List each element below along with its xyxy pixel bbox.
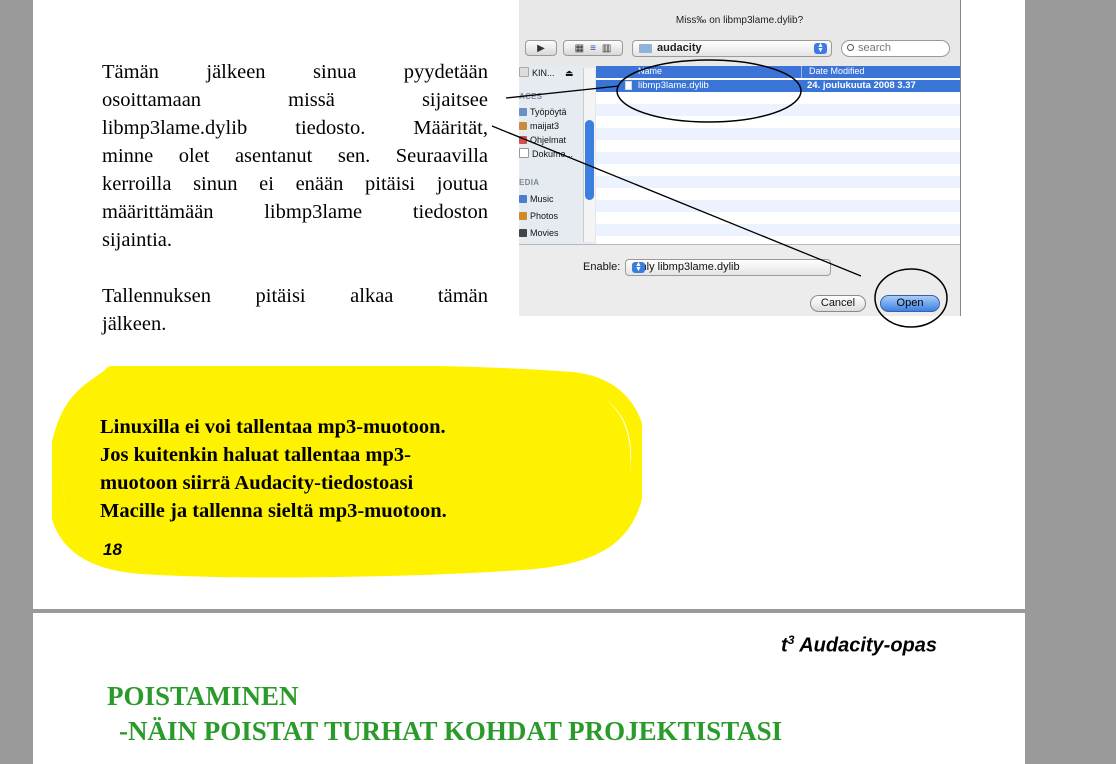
- paragraph-line: libmp3lame.dylib tiedosto. Määrität,: [102, 117, 488, 139]
- page-number: 18: [103, 540, 122, 559]
- section-title-line1: POISTAMINEN: [107, 681, 299, 711]
- sidebar-label: Työpöytä: [530, 107, 567, 117]
- sidebar-item-movies[interactable]: Movies: [519, 226, 559, 240]
- column-header-name[interactable]: Name: [638, 66, 662, 76]
- disk-icon: [519, 67, 529, 77]
- note-line: Linuxilla ei voi tallentaa mp3-muotoon.: [100, 416, 446, 438]
- paragraph-line: Tämän jälkeen sinua pyydetään: [102, 61, 488, 83]
- home-icon: [519, 122, 527, 130]
- note-line: Jos kuitenkin haluat tallentaa mp3-: [100, 444, 411, 466]
- file-icon: [625, 81, 632, 90]
- applications-icon: [519, 136, 527, 144]
- folder-popup-label: audacity: [657, 42, 702, 54]
- list-header: Name Date Modified: [596, 66, 960, 78]
- note-line: muotoon siirrä Audacity-tiedostoasi: [100, 472, 414, 494]
- document-page-upper: Tämän jälkeen sinua pyydetään osoittamaa…: [33, 0, 1025, 609]
- paragraph-line: kerroilla sinun ei enään pitäisi joutua: [102, 173, 488, 195]
- view-mode-buttons[interactable]: ▦ ≡ ▥: [563, 40, 623, 56]
- sidebar-item-home[interactable]: maijat3: [519, 119, 559, 133]
- sidebar-item-photos[interactable]: Photos: [519, 209, 558, 223]
- icon-view-icon: ▦: [574, 42, 585, 54]
- sidebar-label: maijat3: [530, 121, 560, 131]
- column-header-date[interactable]: Date Modified: [809, 66, 865, 76]
- popup-arrows-icon: ▲ ▼: [632, 261, 645, 273]
- save-paragraph: Tallennuksen pitäisi alkaa tämän jälkeen…: [102, 282, 488, 338]
- list-row-empty: [596, 104, 960, 116]
- sidebar-item-device[interactable]: KIN... ⏏: [519, 66, 574, 80]
- section-title-line2: -NÄIN POISTAT TURHAT KOHDAT PROJEKTISTAS…: [119, 716, 783, 746]
- open-file-dialog-screenshot: Miss‰ on libmp3lame.dylib? ▶ ▦ ≡ ▥ audac…: [519, 0, 961, 316]
- documents-icon: [519, 148, 529, 158]
- linux-note: Linuxilla ei voi tallentaa mp3-muotoon. …: [100, 413, 520, 525]
- cancel-button[interactable]: Cancel: [810, 295, 866, 312]
- section-title: POISTAMINEN -NÄIN POISTAT TURHAT KOHDAT …: [107, 679, 782, 749]
- list-row-empty: [596, 224, 960, 236]
- folder-icon: [639, 44, 652, 53]
- search-icon: [847, 44, 854, 51]
- header-title: Audacity-opas: [794, 634, 937, 657]
- paragraph-line: jälkeen.: [102, 313, 167, 335]
- sidebar-item-applications[interactable]: Ohjelmat: [519, 133, 566, 147]
- folder-popup[interactable]: audacity ▲ ▼: [632, 40, 832, 57]
- file-row-selected[interactable]: libmp3lame.dylib 24. joulukuuta 2008 3.3…: [596, 80, 960, 92]
- file-list: Name Date Modified libmp3lame.dylib 24. …: [596, 66, 960, 244]
- photos-icon: [519, 212, 527, 220]
- note-line: Macille ja tallenna sieltä mp3-muotoon.: [100, 500, 447, 522]
- movies-icon: [519, 229, 527, 237]
- sidebar-item-music[interactable]: Music: [519, 192, 554, 206]
- search-field[interactable]: search: [841, 40, 950, 57]
- popup-arrows-icon: ▲ ▼: [814, 42, 827, 54]
- file-name: libmp3lame.dylib: [638, 80, 709, 91]
- column-separator: [801, 66, 802, 78]
- scrollbar-thumb[interactable]: [585, 120, 594, 200]
- open-button[interactable]: Open: [880, 295, 940, 312]
- paragraph-line: osoittamaan missä sijaitsee: [102, 89, 488, 111]
- document-page-lower: t3 Audacity-opas POISTAMINEN -NÄIN POIST…: [33, 613, 1025, 764]
- list-row-empty: [596, 152, 960, 164]
- sidebar-label: KIN...: [532, 68, 555, 78]
- sidebar-label: Movies: [530, 228, 559, 238]
- enable-label: Enable:: [583, 261, 621, 273]
- sidebar-label: Music: [530, 194, 554, 204]
- paragraph-line: määrittämään libmp3lame tiedoston: [102, 201, 488, 223]
- back-forward-buttons[interactable]: ▶: [525, 40, 557, 56]
- header-t: t: [781, 634, 788, 657]
- instruction-paragraph: Tämän jälkeen sinua pyydetään osoittamaa…: [102, 58, 488, 254]
- eject-icon[interactable]: ⏏: [565, 68, 574, 78]
- music-icon: [519, 195, 527, 203]
- sidebar-item-desktop[interactable]: Työpöytä: [519, 105, 567, 119]
- dialog-title: Miss‰ on libmp3lame.dylib?: [675, 15, 804, 26]
- dialog-bottom-bar: Enable: Only libmp3lame.dylib ▲ ▼ Cancel …: [519, 244, 960, 316]
- list-view-icon: ≡: [590, 42, 596, 54]
- list-row-empty: [596, 128, 960, 140]
- paragraph-line: Tallennuksen pitäisi alkaa tämän: [102, 285, 488, 307]
- desktop-icon: [519, 108, 527, 116]
- list-row-empty: [596, 176, 960, 188]
- enable-popup-value: Only libmp3lame.dylib: [632, 261, 740, 273]
- sidebar-label: Ohjelmat: [530, 135, 567, 145]
- sidebar-item-documents[interactable]: Dokume...: [519, 147, 573, 161]
- sidebar-scrollbar[interactable]: [583, 68, 595, 242]
- sidebar-header-places: ACES: [519, 92, 543, 101]
- sidebar-label: Dokume...: [532, 149, 574, 159]
- sidebar-header-media: EDIA: [519, 178, 540, 187]
- sidebar-label: Photos: [530, 211, 559, 221]
- paragraph-line: sijaintia.: [102, 229, 173, 251]
- forward-arrow-icon: ▶: [537, 42, 545, 54]
- column-view-icon: ▥: [601, 42, 612, 54]
- enable-popup[interactable]: Only libmp3lame.dylib ▲ ▼: [625, 259, 831, 276]
- file-date: 24. joulukuuta 2008 3.37: [807, 80, 916, 91]
- list-row-empty: [596, 200, 960, 212]
- paragraph-line: minne olet asentanut sen. Seuraavilla: [102, 145, 488, 167]
- search-placeholder: search: [858, 42, 892, 54]
- running-header: t3 Audacity-opas: [781, 633, 937, 658]
